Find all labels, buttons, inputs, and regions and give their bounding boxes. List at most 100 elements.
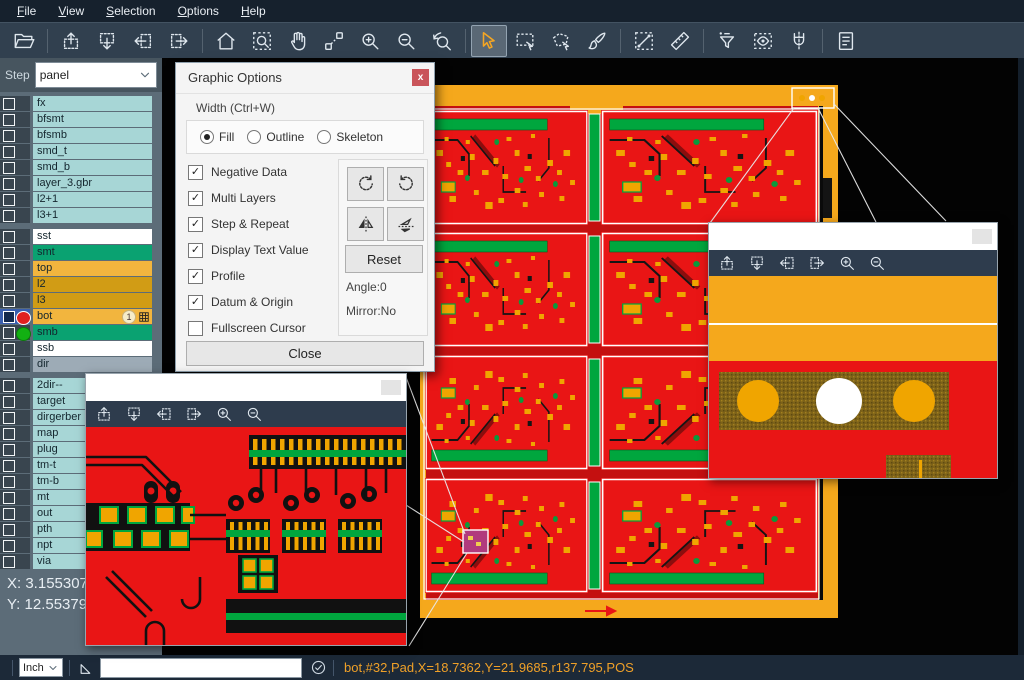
zoom-in-button[interactable] [352, 25, 388, 57]
layer-name[interactable]: top [33, 261, 152, 276]
layer-row-l2[interactable]: l2 [0, 277, 162, 292]
radio-skeleton[interactable]: Skeleton [317, 130, 383, 144]
mirror-v-button[interactable] [387, 207, 424, 241]
layer-name[interactable]: smd_t [33, 144, 152, 159]
checkbox-fullscreen-cursor[interactable]: Fullscreen Cursor [188, 315, 309, 341]
pan-left-button[interactable] [773, 252, 800, 274]
magnifier-view-detail[interactable] [709, 276, 997, 478]
pan-down-button[interactable] [743, 252, 770, 274]
menu-options[interactable]: Options [167, 2, 230, 20]
dialog-title-bar[interactable]: Graphic Options x [176, 63, 434, 94]
layer-checkbox[interactable] [3, 295, 15, 307]
home-view-button[interactable] [208, 25, 244, 57]
layer-row-smd_b[interactable]: smd_b [0, 160, 162, 175]
snap-button[interactable] [781, 25, 817, 57]
checkbox-profile[interactable]: ✓Profile [188, 263, 309, 289]
layer-name[interactable]: bfsmt [33, 112, 152, 127]
status-command-input[interactable] [100, 658, 302, 678]
layer-checkbox[interactable] [3, 380, 15, 392]
step-select[interactable]: panel [35, 62, 157, 88]
checkbox-step-repeat[interactable]: ✓Step & Repeat [188, 211, 309, 237]
reset-button[interactable]: Reset [345, 245, 423, 273]
layer-row-dir[interactable]: dir [0, 357, 162, 372]
pan-up-button[interactable] [713, 252, 740, 274]
layer-name[interactable]: l3 [33, 293, 152, 308]
pan-up-button[interactable] [90, 403, 117, 425]
menu-selection[interactable]: Selection [95, 2, 166, 20]
layer-row-ssb[interactable]: ssb [0, 341, 162, 356]
layer-checkbox[interactable] [3, 412, 15, 424]
mirror-h-button[interactable] [347, 207, 384, 241]
layer-checkbox[interactable] [3, 231, 15, 243]
pan-up-button[interactable] [53, 25, 89, 57]
select-cursor-button[interactable] [471, 25, 507, 57]
layer-checkbox[interactable] [3, 327, 15, 339]
pan-down-button[interactable] [120, 403, 147, 425]
layer-name[interactable]: ssb [33, 341, 152, 356]
corner-angle-icon[interactable] [76, 659, 96, 677]
layer-checkbox[interactable] [3, 476, 15, 488]
report-button[interactable] [828, 25, 864, 57]
rect-select-button[interactable] [507, 25, 543, 57]
layer-checkbox[interactable] [3, 460, 15, 472]
dialog-close-button[interactable]: x [412, 69, 429, 86]
poly-select-button[interactable] [543, 25, 579, 57]
layer-checkbox[interactable] [3, 162, 15, 174]
magnifier-window-button[interactable] [381, 380, 401, 395]
layer-name[interactable]: smb [33, 325, 152, 340]
layer-checkbox[interactable] [3, 146, 15, 158]
layer-checkbox[interactable] [3, 247, 15, 259]
layer-checkbox[interactable] [3, 492, 15, 504]
layer-row-smt[interactable]: smt [0, 245, 162, 260]
layer-checkbox[interactable] [3, 98, 15, 110]
layer-checkbox[interactable] [3, 194, 15, 206]
zoom-out-button[interactable] [863, 252, 890, 274]
zoom-in-button[interactable] [210, 403, 237, 425]
layer-name[interactable]: l2+1 [33, 192, 152, 207]
menu-help[interactable]: Help [230, 2, 277, 20]
menu-file[interactable]: File [6, 2, 47, 20]
layer-checkbox[interactable] [3, 540, 15, 552]
magnifier-window-button[interactable] [972, 229, 992, 244]
layer-checkbox[interactable] [3, 428, 15, 440]
layer-checkbox[interactable] [3, 210, 15, 222]
layer-checkbox[interactable] [3, 556, 15, 568]
zoom-window-button[interactable] [244, 25, 280, 57]
rotate-ccw-button[interactable] [387, 167, 424, 201]
magnifier-title-bar[interactable] [709, 223, 997, 250]
open-folder-button[interactable] [6, 25, 42, 57]
layer-row-layer_3.gbr[interactable]: layer_3.gbr [0, 176, 162, 191]
layer-row-bfsmb[interactable]: bfsmb [0, 128, 162, 143]
view-options-button[interactable] [745, 25, 781, 57]
checkbox-multi-layers[interactable]: ✓Multi Layers [188, 185, 309, 211]
layer-name[interactable]: fx [33, 96, 152, 111]
menu-view[interactable]: View [47, 2, 95, 20]
brush-button[interactable] [579, 25, 615, 57]
layer-row-smd_t[interactable]: smd_t [0, 144, 162, 159]
layer-checkbox[interactable] [3, 279, 15, 291]
layer-row-bfsmt[interactable]: bfsmt [0, 112, 162, 127]
layer-checkbox[interactable] [3, 343, 15, 355]
layer-row-smb[interactable]: smb [0, 325, 162, 340]
zoom-out-button[interactable] [240, 403, 267, 425]
move-path-button[interactable] [316, 25, 352, 57]
zoom-out-button[interactable] [388, 25, 424, 57]
checkbox-negative-data[interactable]: ✓Negative Data [188, 159, 309, 185]
pan-right-button[interactable] [803, 252, 830, 274]
refresh-icon[interactable] [310, 659, 327, 676]
layer-checkbox[interactable] [3, 178, 15, 190]
layer-checkbox[interactable] [3, 524, 15, 536]
radio-outline[interactable]: Outline [247, 130, 304, 144]
pan-left-button[interactable] [125, 25, 161, 57]
layer-row-sst[interactable]: sst [0, 229, 162, 244]
pan-down-button[interactable] [89, 25, 125, 57]
layer-checkbox[interactable] [3, 396, 15, 408]
pan-right-button[interactable] [180, 403, 207, 425]
layer-checkbox[interactable] [3, 114, 15, 126]
pan-right-button[interactable] [161, 25, 197, 57]
rotate-cw-button[interactable] [347, 167, 384, 201]
layer-row-fx[interactable]: fx [0, 96, 162, 111]
magnifier-title-bar[interactable] [86, 374, 406, 401]
zoom-previous-button[interactable] [424, 25, 460, 57]
layer-checkbox[interactable] [3, 508, 15, 520]
